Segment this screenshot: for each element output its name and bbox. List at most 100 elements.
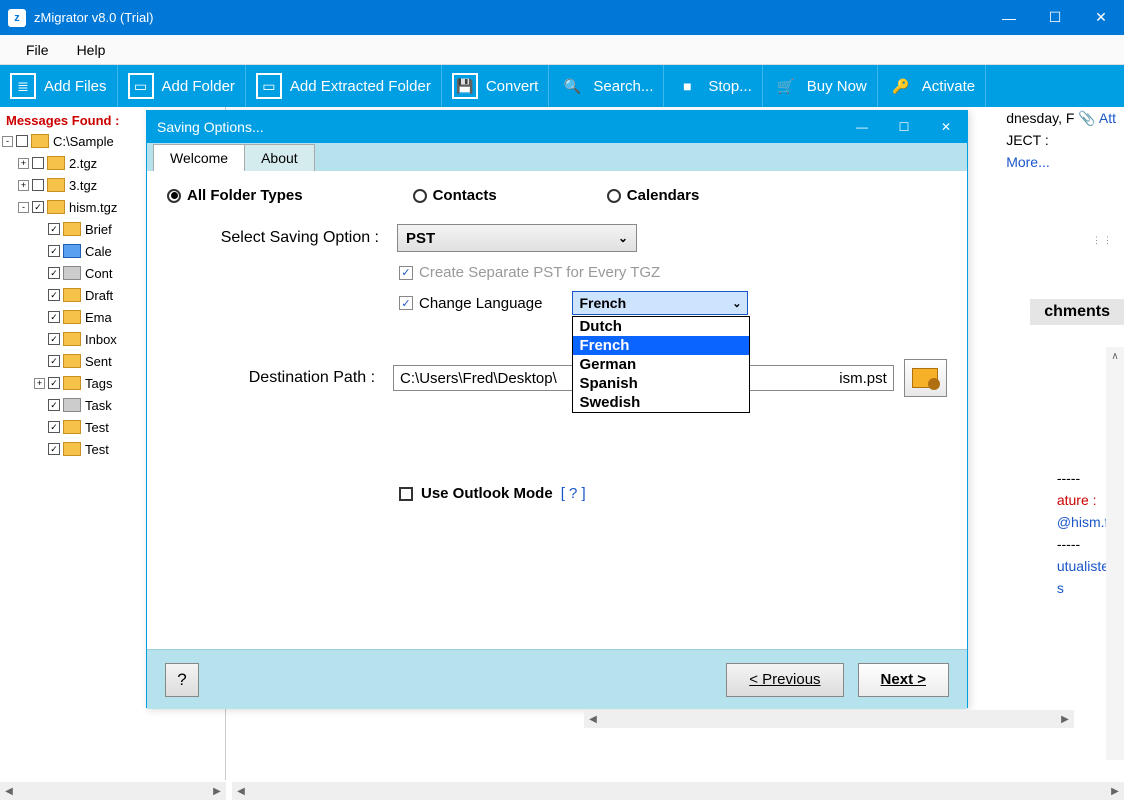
tree-checkbox[interactable] [16,135,28,147]
expand-toggle [34,290,45,301]
tree-checkbox[interactable]: ✓ [48,333,60,345]
preview-vscroll[interactable]: ∧ [1106,347,1124,760]
folder-icon [63,310,81,324]
key-icon: 🔑 [888,73,914,99]
menu-file[interactable]: File [12,42,63,58]
menu-help[interactable]: Help [63,42,120,58]
tree-label: Ema [85,310,112,325]
search-button[interactable]: 🔍Search... [549,65,664,107]
expand-toggle[interactable]: + [34,378,45,389]
help-button[interactable]: ? [165,663,199,697]
scroll-right-icon[interactable]: ▶ [208,782,226,800]
folder-icon [63,222,81,236]
dialog-body: All Folder Types Contacts Calendars Sele… [147,171,967,649]
stop-icon: ■ [674,73,700,99]
tree-checkbox[interactable]: ✓ [48,245,60,257]
language-select[interactable]: French⌄ DutchFrenchGermanSpanishSwedish [572,291,748,315]
destination-path-label: Destination Path : [167,369,393,387]
dialog-tabbar: Welcome About [147,143,967,171]
folder-icon [63,332,81,346]
language-dropdown-menu[interactable]: DutchFrenchGermanSpanishSwedish [572,316,750,413]
folder-icon [47,178,65,192]
minimize-button[interactable]: — [986,0,1032,35]
chevron-down-icon: ⌄ [618,231,628,245]
cart-icon: 🛒 [773,73,799,99]
convert-button[interactable]: 💾Convert [442,65,550,107]
folder-icon [63,288,81,302]
change-language-checkbox[interactable]: ✓ [399,296,413,310]
scroll-right-icon[interactable]: ▶ [1056,710,1074,728]
dialog-title: Saving Options... [157,119,264,135]
outlook-help-link[interactable]: [ ? ] [561,485,586,502]
next-button[interactable]: Next > [858,663,949,697]
menubar: File Help [0,35,1124,65]
expand-toggle [34,334,45,345]
use-outlook-mode-label: Use Outlook Mode [421,485,553,502]
browse-button[interactable] [904,359,947,397]
preview-hscroll[interactable]: ◀ ▶ [232,782,1124,800]
buy-now-button[interactable]: 🛒Buy Now [763,65,878,107]
tree-checkbox[interactable]: ✓ [48,377,60,389]
grid-hscroll[interactable]: ◀ ▶ [584,710,1074,728]
folder-icon [63,354,81,368]
close-button[interactable]: ✕ [1078,0,1124,35]
add-files-button[interactable]: ≣Add Files [0,65,118,107]
previous-button[interactable]: < Previous [726,663,843,697]
tree-checkbox[interactable]: ✓ [48,267,60,279]
folder-icon [47,156,65,170]
tree-hscroll[interactable]: ◀ ▶ [0,782,226,800]
tree-checkbox[interactable]: ✓ [32,201,44,213]
expand-toggle[interactable]: - [18,202,29,213]
tab-about[interactable]: About [244,144,315,171]
scroll-right-icon[interactable]: ▶ [1106,782,1124,800]
maximize-button[interactable]: ☐ [1032,0,1078,35]
scroll-left-icon[interactable]: ◀ [232,782,250,800]
pane-grip-icon[interactable]: ⋮⋮ [1092,235,1114,246]
add-folder-button[interactable]: ▭Add Folder [118,65,246,107]
expand-toggle[interactable]: + [18,158,29,169]
expand-toggle[interactable]: - [2,136,13,147]
dialog-minimize-button[interactable]: — [841,111,883,143]
chevron-down-icon: ⌄ [732,297,741,310]
dialog-titlebar: Saving Options... — ☐ ✕ [147,111,967,143]
tree-label: 2.tgz [69,156,97,171]
activate-button[interactable]: 🔑Activate [878,65,986,107]
dialog-maximize-button[interactable]: ☐ [883,111,925,143]
add-extracted-folder-button[interactable]: ▭Add Extracted Folder [246,65,442,107]
tab-welcome[interactable]: Welcome [153,144,245,171]
use-outlook-mode-checkbox[interactable] [399,487,413,501]
radio-all-folder-types[interactable]: All Folder Types [167,187,303,204]
tree-checkbox[interactable] [32,157,44,169]
expand-toggle[interactable]: + [18,180,29,191]
scroll-left-icon[interactable]: ◀ [0,782,18,800]
scroll-up-icon[interactable]: ∧ [1106,347,1124,365]
tree-checkbox[interactable] [32,179,44,191]
change-language-label: Change Language [419,295,542,312]
dialog-close-button[interactable]: ✕ [925,111,967,143]
window-title: zMigrator v8.0 (Trial) [34,10,153,25]
saving-options-dialog: Saving Options... — ☐ ✕ Welcome About Al… [146,110,968,708]
scroll-left-icon[interactable]: ◀ [584,710,602,728]
folder-icon [47,200,65,214]
language-option[interactable]: French [573,336,749,355]
more-link[interactable]: More... [1006,151,1116,173]
tree-checkbox[interactable]: ✓ [48,443,60,455]
tree-checkbox[interactable]: ✓ [48,421,60,433]
create-separate-pst-checkbox[interactable]: ✓Create Separate PST for Every TGZ [399,264,947,281]
language-option[interactable]: Dutch [573,317,749,336]
radio-contacts[interactable]: Contacts [413,187,497,204]
tree-checkbox[interactable]: ✓ [48,355,60,367]
radio-calendars[interactable]: Calendars [607,187,700,204]
tree-checkbox[interactable]: ✓ [48,223,60,235]
tree-checkbox[interactable]: ✓ [48,289,60,301]
language-option[interactable]: Swedish [573,393,749,412]
tree-checkbox[interactable]: ✓ [48,399,60,411]
attachments-header: chments [1030,299,1124,325]
stop-button[interactable]: ■Stop... [664,65,762,107]
language-option[interactable]: German [573,355,749,374]
folder-icon [63,266,81,280]
saving-option-select[interactable]: PST⌄ [397,224,637,252]
folder-icon [63,376,81,390]
tree-checkbox[interactable]: ✓ [48,311,60,323]
language-option[interactable]: Spanish [573,374,749,393]
